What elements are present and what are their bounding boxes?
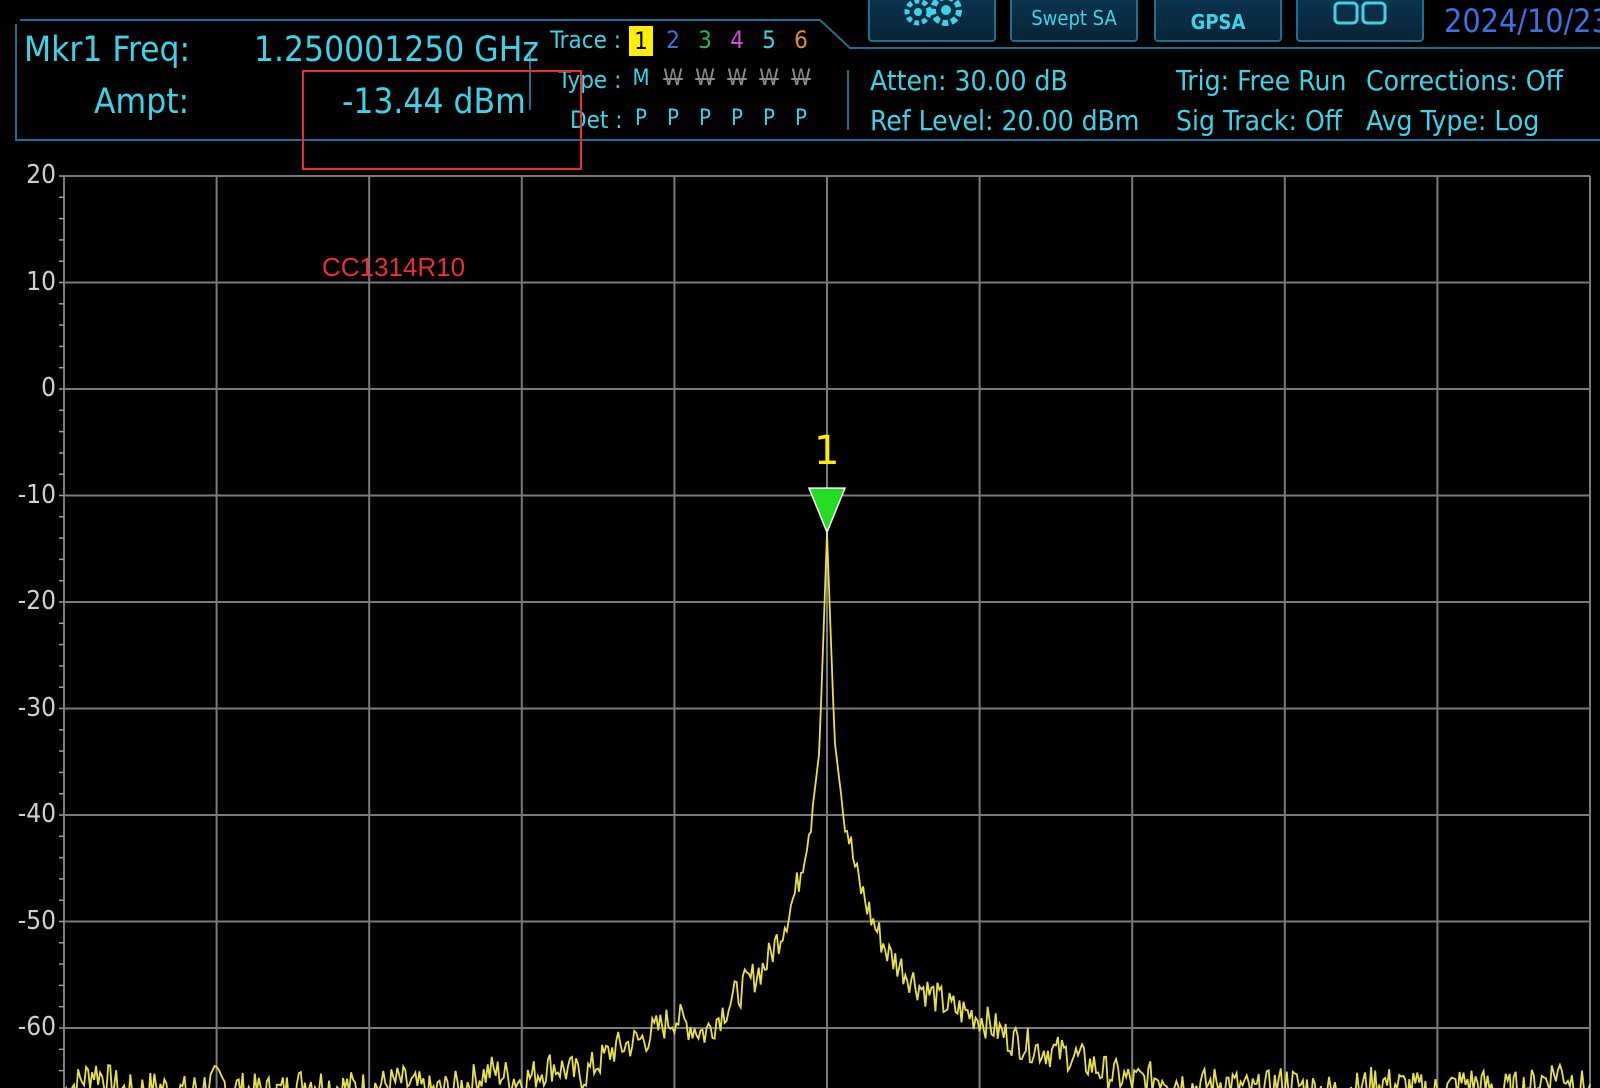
marker-number-label: 1 (814, 428, 840, 475)
device-annotation: CC1314R10 (322, 252, 466, 282)
y-tick-label: -40 (17, 799, 56, 829)
y-tick-label: -20 (17, 586, 56, 616)
y-tick-label: -30 (17, 692, 56, 723)
y-tick-label: 0 (41, 373, 56, 403)
y-tick-label: -10 (17, 479, 56, 510)
marker-triangle (807, 487, 847, 535)
spectrum-plot[interactable] (0, 0, 1600, 1088)
y-tick-label: -50 (17, 905, 56, 936)
y-tick-label: -60 (17, 1012, 56, 1042)
y-tick-label: 20 (26, 160, 56, 190)
y-tick-label: 10 (26, 266, 56, 297)
